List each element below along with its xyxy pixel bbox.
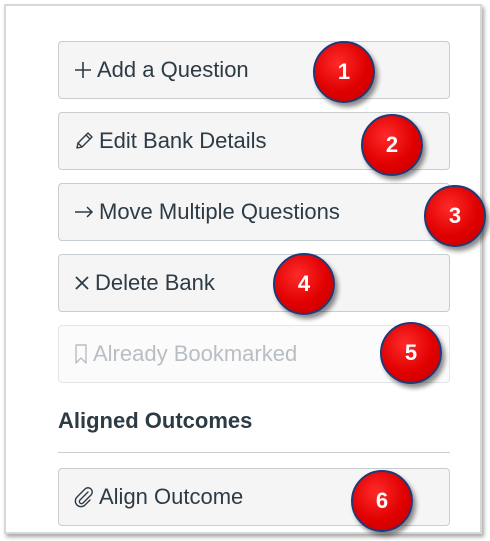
already-bookmarked-label: Already Bookmarked	[93, 341, 298, 366]
move-multiple-questions-label: Move Multiple Questions	[99, 199, 340, 224]
pencil-icon	[73, 130, 95, 152]
annotation-badge-1: 1	[313, 41, 375, 103]
delete-bank-button[interactable]: Delete Bank	[58, 254, 450, 312]
x-icon	[73, 274, 91, 292]
plus-icon	[73, 60, 93, 80]
edit-bank-details-label: Edit Bank Details	[99, 128, 267, 153]
annotation-badge-5: 5	[380, 322, 442, 384]
add-question-label: Add a Question	[97, 57, 249, 82]
bookmark-icon	[73, 343, 89, 365]
add-question-button[interactable]: Add a Question	[58, 41, 450, 99]
annotation-badge-6: 6	[351, 470, 413, 532]
arrow-right-icon	[73, 202, 95, 222]
annotation-badge-4: 4	[273, 253, 335, 315]
section-divider	[58, 452, 450, 453]
aligned-outcomes-heading: Aligned Outcomes	[58, 408, 253, 433]
move-multiple-questions-button[interactable]: Move Multiple Questions	[58, 183, 450, 241]
paperclip-icon	[73, 486, 95, 508]
align-outcome-label: Align Outcome	[99, 484, 244, 509]
delete-bank-label: Delete Bank	[95, 270, 215, 295]
annotation-badge-2: 2	[361, 114, 423, 176]
annotation-badge-3: 3	[424, 185, 486, 247]
